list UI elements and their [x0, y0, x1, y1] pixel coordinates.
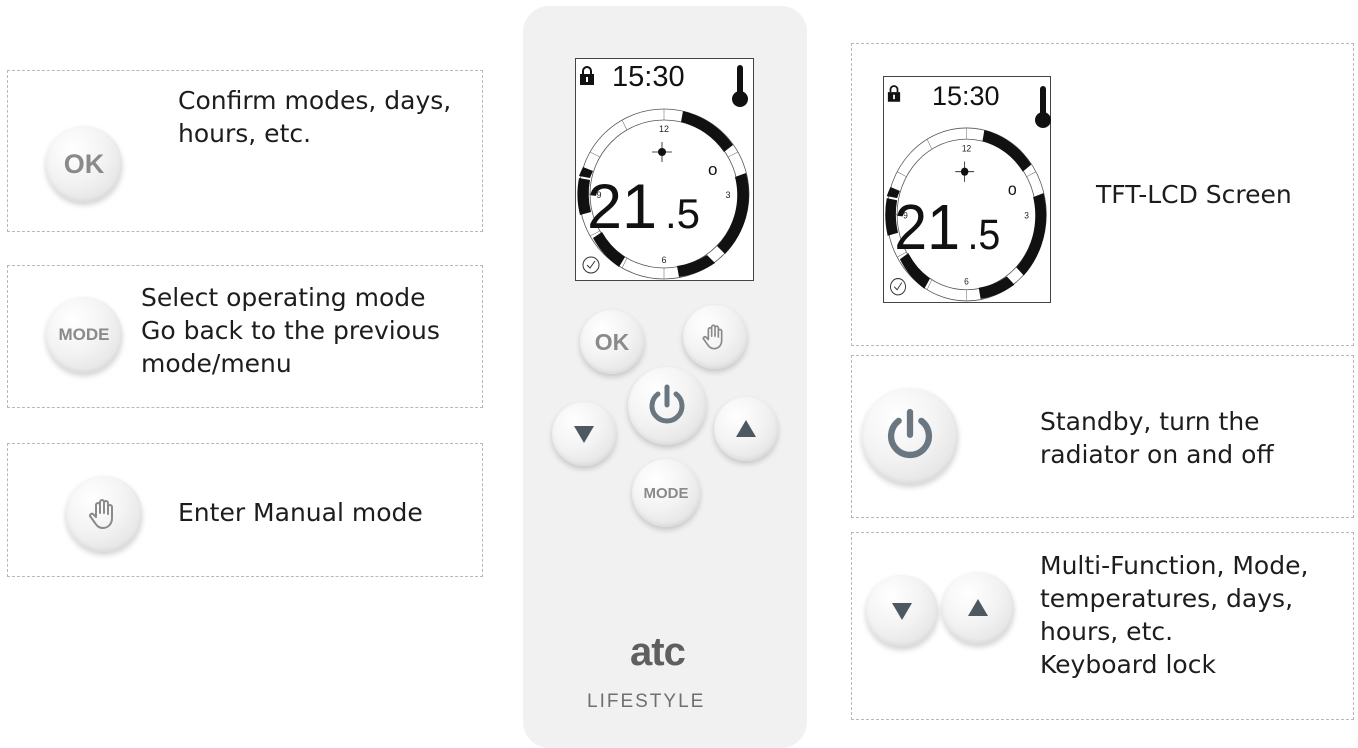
- up-button-icon: [942, 572, 1014, 644]
- mode-button-label: MODE: [58, 325, 110, 344]
- down-arrow-icon: [892, 603, 912, 620]
- remote-screen-dial: 12 3 6 9 21 .5 o: [576, 108, 749, 279]
- remote-power-button[interactable]: [628, 367, 706, 445]
- standby-callout-text: Standby, turn the radiator on and off: [1040, 407, 1274, 469]
- power-icon: [887, 408, 933, 458]
- dial-label-6: 6: [964, 276, 969, 286]
- dial-label-3: 3: [725, 190, 730, 200]
- dial-label-12: 12: [658, 124, 668, 134]
- remote-manual-button[interactable]: [683, 305, 747, 369]
- dial-label-12: 12: [961, 143, 970, 153]
- ok-button-icon: OK: [46, 126, 122, 202]
- down-arrow-icon: [574, 426, 594, 443]
- brand-logo: atc: [630, 630, 686, 674]
- remote-mode-label: MODE: [643, 484, 689, 502]
- manual-button-icon: [66, 476, 142, 552]
- callout-screen-dial: 12 3 6 9 21 .5 o: [884, 127, 1047, 301]
- up-arrow-icon: [968, 599, 988, 616]
- up-arrow-icon: [736, 420, 756, 437]
- manual-callout-text: Enter Manual mode: [178, 498, 423, 527]
- remote-up-button[interactable]: [714, 397, 778, 461]
- brand-subtitle: LIFESTYLE: [587, 691, 706, 712]
- remote-degree-symbol: o: [708, 160, 717, 179]
- callout-degree-symbol: o: [1007, 179, 1016, 199]
- remote-lcd-screen: 15:30 12 3 6 9 21 .5 o: [575, 58, 754, 281]
- clock-icon: [889, 277, 906, 295]
- remote-down-button[interactable]: [552, 402, 616, 466]
- hand-icon: [702, 324, 723, 350]
- dial-label-3: 3: [1024, 210, 1029, 220]
- ok-button-label: OK: [63, 148, 105, 179]
- sun-icon: [954, 161, 974, 182]
- ok-callout-text: Confirm modes, days, hours, etc.: [178, 86, 452, 148]
- down-button-icon: [866, 575, 938, 647]
- dial-label-6: 6: [661, 255, 666, 265]
- mode-button-icon: MODE: [46, 297, 122, 373]
- remote-ok-label: OK: [594, 328, 630, 355]
- arrows-callout-text: Multi-Function, Mode, temperatures, days…: [1040, 551, 1309, 679]
- hand-icon: [89, 499, 113, 529]
- remote-mode-button[interactable]: MODE: [632, 459, 700, 527]
- power-icon: [649, 384, 685, 424]
- screen-callout-text: TFT-LCD Screen: [1096, 180, 1292, 209]
- standby-button-icon: [862, 388, 958, 484]
- callout-temp-decimal: .5: [967, 210, 1000, 258]
- clock-icon: [582, 256, 599, 273]
- remote-temp-decimal: .5: [665, 190, 700, 237]
- callout-temp-main: 21: [894, 191, 960, 263]
- mode-callout-text: Select operating mode Go back to the pre…: [141, 283, 440, 378]
- remote-ok-button[interactable]: OK: [580, 310, 644, 374]
- callout-lcd-screen: 15:30 12 3 6 9 21 .5 o: [883, 76, 1051, 303]
- sun-icon: [651, 141, 672, 162]
- remote-temp-main: 21: [587, 172, 657, 242]
